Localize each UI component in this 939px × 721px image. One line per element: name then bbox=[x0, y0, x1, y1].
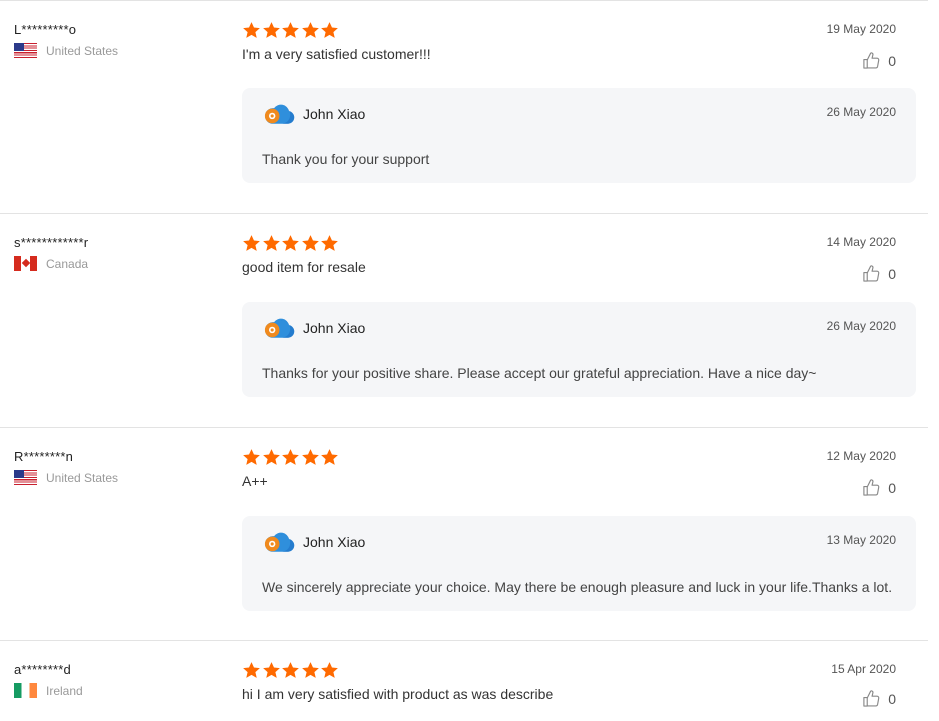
seller-reply: John Xiao 26 May 2020 Thank you for your… bbox=[242, 88, 916, 183]
reply-text: Thanks for your positive share. Please a… bbox=[262, 365, 817, 381]
like-count: 0 bbox=[888, 690, 896, 707]
seller-name: John Xiao bbox=[303, 106, 366, 122]
like-button[interactable]: 0 bbox=[862, 264, 896, 283]
thumbs-up-icon bbox=[862, 689, 888, 708]
review-text: hi I am very satisfied with product as w… bbox=[242, 686, 554, 702]
country-name: United States bbox=[46, 470, 119, 485]
review-text: I'm a very satisfied customer!!! bbox=[242, 46, 431, 62]
cloud-logo-icon bbox=[262, 101, 303, 127]
buyer-info: s************r Canada bbox=[14, 235, 88, 271]
seller-name: John Xiao bbox=[303, 320, 366, 336]
star-icon bbox=[242, 661, 261, 680]
review-item: s************r Canada good item for resa… bbox=[0, 213, 928, 427]
reply-date: 26 May 2020 bbox=[826, 105, 896, 119]
review-list: L*********o United States I'm a very sat… bbox=[0, 0, 928, 721]
review-item: L*********o United States I'm a very sat… bbox=[0, 0, 928, 213]
star-rating bbox=[242, 234, 916, 253]
star-icon bbox=[262, 234, 281, 253]
star-rating bbox=[242, 21, 916, 40]
star-icon bbox=[301, 448, 320, 467]
star-icon bbox=[301, 661, 320, 680]
like-count: 0 bbox=[888, 265, 896, 282]
buyer-country: United States bbox=[14, 43, 118, 58]
country-name: Canada bbox=[46, 256, 89, 271]
star-icon bbox=[320, 234, 339, 253]
review-content: I'm a very satisfied customer!!! bbox=[242, 21, 916, 62]
star-icon bbox=[262, 448, 281, 467]
reply-text: Thank you for your support bbox=[262, 151, 430, 167]
buyer-name: s************r bbox=[14, 235, 89, 250]
star-rating bbox=[242, 448, 916, 467]
seller-name: John Xiao bbox=[303, 534, 366, 550]
cloud-logo-icon bbox=[262, 529, 303, 555]
buyer-info: R********n United States bbox=[14, 449, 118, 485]
buyer-name: L*********o bbox=[14, 22, 77, 37]
star-icon bbox=[242, 234, 261, 253]
country-name: Ireland bbox=[46, 683, 83, 698]
star-icon bbox=[281, 234, 300, 253]
review-text: A++ bbox=[242, 473, 268, 489]
like-button[interactable]: 0 bbox=[862, 478, 896, 497]
star-icon bbox=[320, 448, 339, 467]
review-item: a********d Ireland hi I am very satisfie… bbox=[0, 640, 928, 721]
review-date: 14 May 2020 bbox=[826, 235, 896, 249]
review-date: 12 May 2020 bbox=[826, 449, 896, 463]
review-date: 19 May 2020 bbox=[826, 22, 896, 36]
review-content: A++ bbox=[242, 448, 916, 489]
seller-info: John Xiao bbox=[262, 101, 365, 127]
thumbs-up-icon bbox=[862, 51, 888, 70]
star-icon bbox=[281, 661, 300, 680]
star-icon bbox=[242, 448, 261, 467]
us-flag-icon bbox=[14, 43, 37, 58]
buyer-name: R********n bbox=[14, 449, 74, 464]
star-icon bbox=[281, 448, 300, 467]
star-icon bbox=[301, 234, 320, 253]
star-icon bbox=[281, 21, 300, 40]
star-rating bbox=[242, 661, 916, 680]
canada-flag-icon bbox=[14, 256, 37, 271]
cloud-logo-icon bbox=[262, 315, 303, 341]
star-icon bbox=[320, 661, 339, 680]
seller-reply: John Xiao 13 May 2020 We sincerely appre… bbox=[242, 516, 916, 611]
buyer-country: Ireland bbox=[14, 683, 83, 698]
like-button[interactable]: 0 bbox=[862, 51, 896, 70]
buyer-info: a********d Ireland bbox=[14, 662, 83, 698]
star-icon bbox=[262, 661, 281, 680]
review-item: R********n United States A++ 12 May 2020… bbox=[0, 427, 928, 640]
star-icon bbox=[301, 21, 320, 40]
thumbs-up-icon bbox=[862, 478, 888, 497]
star-icon bbox=[262, 21, 281, 40]
ireland-flag-icon bbox=[14, 683, 37, 698]
thumbs-up-icon bbox=[862, 264, 888, 283]
reply-date: 13 May 2020 bbox=[826, 533, 896, 547]
like-count: 0 bbox=[888, 52, 896, 69]
reply-text: We sincerely appreciate your choice. May… bbox=[262, 579, 893, 595]
reply-date: 26 May 2020 bbox=[826, 319, 896, 333]
buyer-country: Canada bbox=[14, 256, 88, 271]
like-button[interactable]: 0 bbox=[862, 689, 896, 708]
buyer-name: a********d bbox=[14, 662, 71, 677]
us-flag-icon bbox=[14, 470, 37, 485]
star-icon bbox=[242, 21, 261, 40]
seller-info: John Xiao bbox=[262, 315, 365, 341]
buyer-info: L*********o United States bbox=[14, 22, 118, 58]
star-icon bbox=[320, 21, 339, 40]
review-date: 15 Apr 2020 bbox=[831, 662, 896, 676]
seller-reply: John Xiao 26 May 2020 Thanks for your po… bbox=[242, 302, 916, 397]
review-content: good item for resale bbox=[242, 234, 916, 275]
seller-info: John Xiao bbox=[262, 529, 365, 555]
like-count: 0 bbox=[888, 479, 896, 496]
country-name: United States bbox=[46, 43, 119, 58]
review-text: good item for resale bbox=[242, 259, 366, 275]
buyer-country: United States bbox=[14, 470, 118, 485]
review-content: hi I am very satisfied with product as w… bbox=[242, 661, 916, 702]
